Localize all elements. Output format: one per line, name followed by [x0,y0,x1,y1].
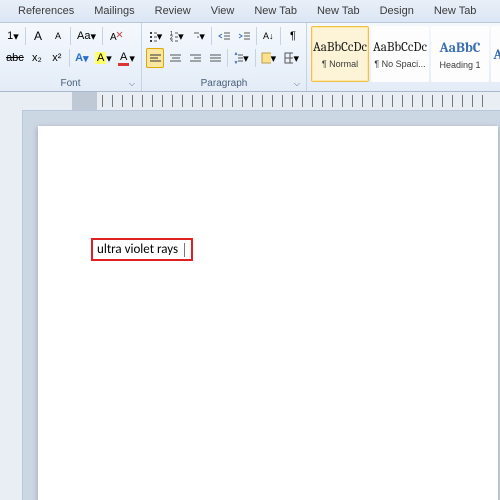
style-preview: AaBbC [439,39,480,56]
style-preview: AaB [493,46,500,63]
font-color-button[interactable]: A▾ [116,48,137,68]
align-left-button[interactable] [146,48,164,68]
strikethrough-button[interactable]: abc [4,48,26,68]
increase-indent-button[interactable] [235,26,253,46]
ribbon-tabs: References Mailings Review View New Tab … [0,0,500,23]
tab-mailings[interactable]: Mailings [84,1,144,21]
paragraph-group: ▾ 123▾ ▾ A↓ ¶ ▾ ▾ ▾ [142,23,307,91]
styles-group: AaBbCcDc ¶ Normal AaBbCcDc ¶ No Spaci...… [307,23,500,91]
style-heading-1[interactable]: AaBbC Heading 1 [431,26,489,82]
show-marks-button[interactable]: ¶ [284,26,302,46]
style-heading-2[interactable]: AaB [491,26,500,82]
tab-design[interactable]: Design [370,1,424,21]
clear-formatting-button[interactable]: A [106,26,126,46]
style-name-label: Heading 1 [439,60,480,70]
style-preview: AaBbCcDc [373,40,427,55]
sort-button[interactable]: A↓ [259,26,277,46]
horizontal-ruler[interactable] [22,92,500,111]
shading-button[interactable]: ▾ [258,48,279,68]
document-page[interactable]: ultra violet rays [38,126,498,500]
highlight-button[interactable]: A▾ [93,48,114,68]
paragraph-group-label: Paragraph [146,76,302,91]
svg-text:3: 3 [170,39,173,42]
style-normal[interactable]: AaBbCcDc ¶ Normal [311,26,369,82]
text-effects-button[interactable]: A▾ [73,48,91,68]
text-highlight-box: ultra violet rays [91,238,193,261]
justify-button[interactable] [206,48,224,68]
tab-review[interactable]: Review [145,1,201,21]
numbering-button[interactable]: 123▾ [167,26,186,46]
tab-newtab-3[interactable]: New Tab [424,1,487,21]
font-group: 1 ▾ A A Aa▾ A abc x₂ x² A▾ A▾ A▾ Font [0,23,142,91]
shrink-font-button[interactable]: A [49,26,67,46]
superscript-button[interactable]: x² [48,48,66,68]
style-preview: AaBbCcDc [313,40,367,55]
vertical-ruler[interactable] [0,110,23,500]
change-case-button[interactable]: Aa▾ [74,26,99,46]
align-center-button[interactable] [166,48,184,68]
text-cursor [184,243,185,257]
decrease-indent-button[interactable] [215,26,233,46]
font-size-field[interactable]: 1 ▾ [4,26,22,46]
style-name-label: ¶ No Spaci... [374,59,425,69]
tab-newtab-1[interactable]: New Tab [244,1,307,21]
font-group-label: Font [4,76,137,91]
tab-references[interactable]: References [8,1,84,21]
document-content[interactable]: ultra violet rays [91,238,193,261]
borders-button[interactable]: ▾ [281,48,302,68]
bullets-button[interactable]: ▾ [146,26,165,46]
subscript-button[interactable]: x₂ [28,48,46,68]
grow-font-button[interactable]: A [29,26,47,46]
multilevel-list-button[interactable]: ▾ [189,26,208,46]
style-no-spacing[interactable]: AaBbCcDc ¶ No Spaci... [371,26,429,82]
document-area: ultra violet rays [0,92,500,500]
ribbon: 1 ▾ A A Aa▾ A abc x₂ x² A▾ A▾ A▾ Font [0,23,500,92]
style-name-label: ¶ Normal [322,59,358,69]
tab-newtab-2[interactable]: New Tab [307,1,370,21]
line-spacing-button[interactable]: ▾ [231,48,252,68]
document-text[interactable]: ultra violet rays [97,242,178,257]
ruler-corner [0,92,23,111]
align-right-button[interactable] [186,48,204,68]
svg-text:A: A [110,32,117,43]
tab-view[interactable]: View [201,1,245,21]
